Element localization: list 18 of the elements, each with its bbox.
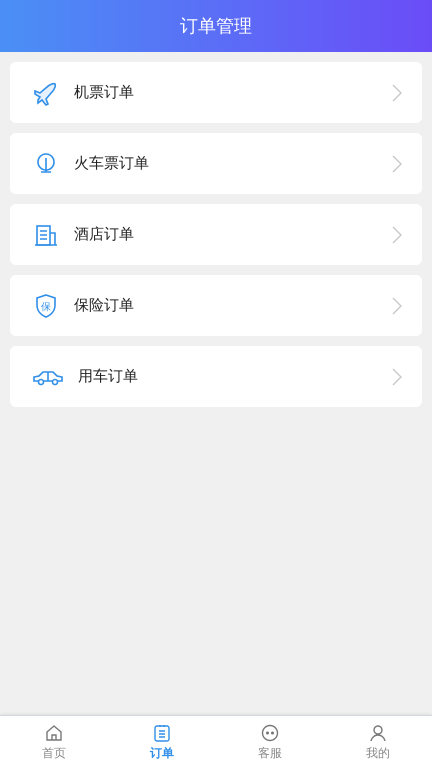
person-icon xyxy=(368,722,388,742)
home-icon xyxy=(44,722,64,742)
chevron-icon xyxy=(392,154,402,172)
page-title: 订单管理 xyxy=(180,15,252,38)
list-icon xyxy=(152,722,172,742)
order-item[interactable]: 机票订单 xyxy=(10,62,422,123)
order-item[interactable]: 用车订单 xyxy=(10,346,422,407)
chat-icon xyxy=(260,722,280,742)
chevron-icon xyxy=(392,296,402,314)
tab[interactable]: 我的 xyxy=(324,716,432,768)
chevron-icon xyxy=(392,226,402,244)
tab[interactable]: 客服 xyxy=(216,716,324,768)
order-item[interactable]: 酒店订单 xyxy=(10,204,422,265)
chevron-icon xyxy=(392,84,402,102)
order-item[interactable]: 保 保险订单 xyxy=(10,275,422,336)
tab[interactable]: 首页 xyxy=(0,716,108,768)
chevron-icon xyxy=(392,368,402,386)
order-item[interactable]: 火车票订单 xyxy=(10,133,422,194)
